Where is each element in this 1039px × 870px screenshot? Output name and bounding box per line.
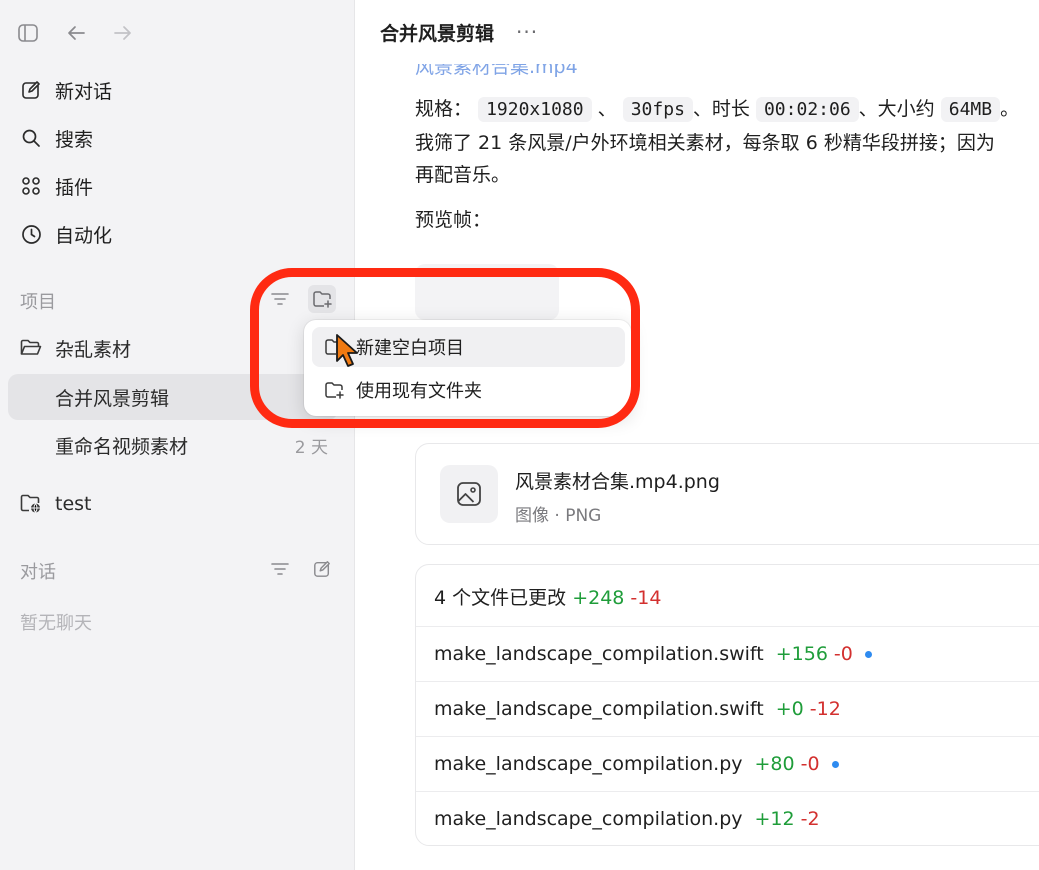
clock-icon: [18, 221, 44, 247]
chat-label: 合并风景剪辑: [55, 387, 170, 410]
spec-duration: 00:02:06: [755, 97, 859, 122]
file-deletions: -2: [800, 808, 820, 830]
menu-item-label: 新建空白项目: [356, 338, 464, 359]
file-type: 图像 · PNG: [515, 506, 602, 526]
project-test[interactable]: test: [8, 481, 338, 527]
file-additions: +0: [775, 698, 804, 720]
edit-icon: [18, 77, 44, 103]
menu-item-label: 使用现有文件夹: [356, 381, 482, 402]
more-options-icon[interactable]: ···: [516, 20, 538, 44]
preview-label: 预览帧：: [415, 209, 492, 231]
file-additions: +12: [754, 808, 795, 830]
filter-icon[interactable]: [266, 285, 294, 313]
changed-file-row[interactable]: make_landscape_compilation.py +12 -2: [416, 791, 1039, 845]
nav-new-chat[interactable]: 新对话: [18, 73, 112, 107]
nav-automation[interactable]: 自动化: [18, 217, 112, 251]
modified-dot: [864, 650, 872, 658]
chat-rename-video[interactable]: 重命名视频素材 2 天: [8, 422, 338, 468]
nav-search-label: 搜索: [55, 128, 94, 151]
grid-icon: [18, 173, 44, 199]
menu-use-existing-folder[interactable]: 使用现有文件夹: [312, 370, 625, 410]
changed-file-row[interactable]: make_landscape_compilation.swift +0 -12: [416, 681, 1039, 736]
folder-plus-icon: [322, 378, 346, 402]
description-line: 再配音乐。: [415, 164, 511, 186]
file-additions: +156: [775, 643, 828, 665]
forward-arrow-icon[interactable]: [111, 21, 135, 45]
main-panel: 风景素材合集.mp4 合并风景剪辑 ··· 规格： 1920x1080 、 30…: [355, 0, 1039, 870]
file-deletions: -0: [833, 643, 853, 665]
spec-sep: 、: [597, 98, 617, 120]
nav-plugins-label: 插件: [55, 176, 94, 199]
search-icon: [18, 125, 44, 151]
changes-header: 4 个文件已更改 +248 -14: [434, 583, 661, 610]
sidebar-toggle-icon[interactable]: [16, 21, 40, 45]
top-bar: 合并风景剪辑 ···: [355, 0, 1039, 64]
filter-icon[interactable]: [266, 555, 294, 583]
back-arrow-icon[interactable]: [64, 21, 88, 45]
chat-label: 重命名视频素材: [55, 435, 189, 458]
changes-deletions: -14: [630, 587, 662, 609]
changed-file-name: make_landscape_compilation.py: [434, 753, 743, 775]
modified-dot: [831, 760, 839, 768]
project-messy-assets[interactable]: 杂乱素材: [8, 325, 338, 371]
sidebar: 新对话 搜索 插件 自动化 项目 杂乱素材 合并风景剪辑 1: [0, 0, 355, 870]
spec-size: 64MB: [940, 97, 1001, 122]
changed-file-row[interactable]: make_landscape_compilation.swift +156 -0: [416, 626, 1039, 681]
changed-file-name: make_landscape_compilation.swift: [434, 643, 764, 665]
image-icon: [440, 465, 498, 523]
new-project-folder-icon[interactable]: [308, 285, 336, 313]
page-title: 合并风景剪辑: [380, 22, 495, 45]
file-additions: +80: [754, 753, 795, 775]
compose-icon[interactable]: [308, 555, 336, 583]
folder-open-icon: [18, 335, 44, 361]
nav-search[interactable]: 搜索: [18, 121, 93, 155]
empty-chats-text: 暂无聊天: [20, 613, 92, 634]
changes-additions: +248: [572, 587, 625, 609]
spec-tail: 。: [1000, 98, 1020, 120]
changed-file-name: make_landscape_compilation.swift: [434, 698, 764, 720]
spec-prefix: 规格：: [415, 98, 473, 120]
project-label: 杂乱素材: [55, 338, 132, 361]
spec-fps: 30fps: [622, 97, 693, 122]
file-attachment-card[interactable]: 风景素材合集.mp4.png 图像 · PNG: [415, 443, 1039, 545]
project-label: test: [55, 493, 92, 515]
file-deletions: -0: [800, 753, 820, 775]
file-deletions: -12: [809, 698, 841, 720]
folder-globe-icon: [18, 491, 44, 517]
spec-duration-label: 、时长: [692, 98, 750, 120]
chat-merge-landscape[interactable]: 合并风景剪辑 1: [8, 374, 338, 420]
mouse-cursor-icon: [334, 333, 362, 373]
projects-section-label: 项目: [20, 292, 56, 313]
file-name: 风景素材合集.mp4.png: [515, 471, 720, 493]
changed-file-name: make_landscape_compilation.py: [434, 808, 743, 830]
changed-files-card: 4 个文件已更改 +248 -14 make_landscape_compila…: [415, 564, 1039, 846]
spec-line: 规格： 1920x1080 、 30fps 、时长 00:02:06 、大小约 64…: [415, 94, 1020, 122]
changed-file-row[interactable]: make_landscape_compilation.py +80 -0: [416, 736, 1039, 791]
changes-count: 4 个文件已更改: [434, 587, 567, 609]
nav-plugins[interactable]: 插件: [18, 169, 93, 203]
spec-size-label: 、大小约: [858, 98, 935, 120]
nav-new-chat-label: 新对话: [55, 80, 113, 103]
chat-meta: 2 天: [294, 437, 328, 458]
nav-automation-label: 自动化: [55, 224, 113, 247]
description-line: 我筛了 21 条风景/户外环境相关素材，每条取 6 秒精华段拼接；因为: [415, 132, 995, 154]
preview-frame[interactable]: [415, 264, 559, 320]
spec-resolution: 1920x1080: [478, 97, 592, 122]
chats-section-label: 对话: [20, 562, 56, 583]
